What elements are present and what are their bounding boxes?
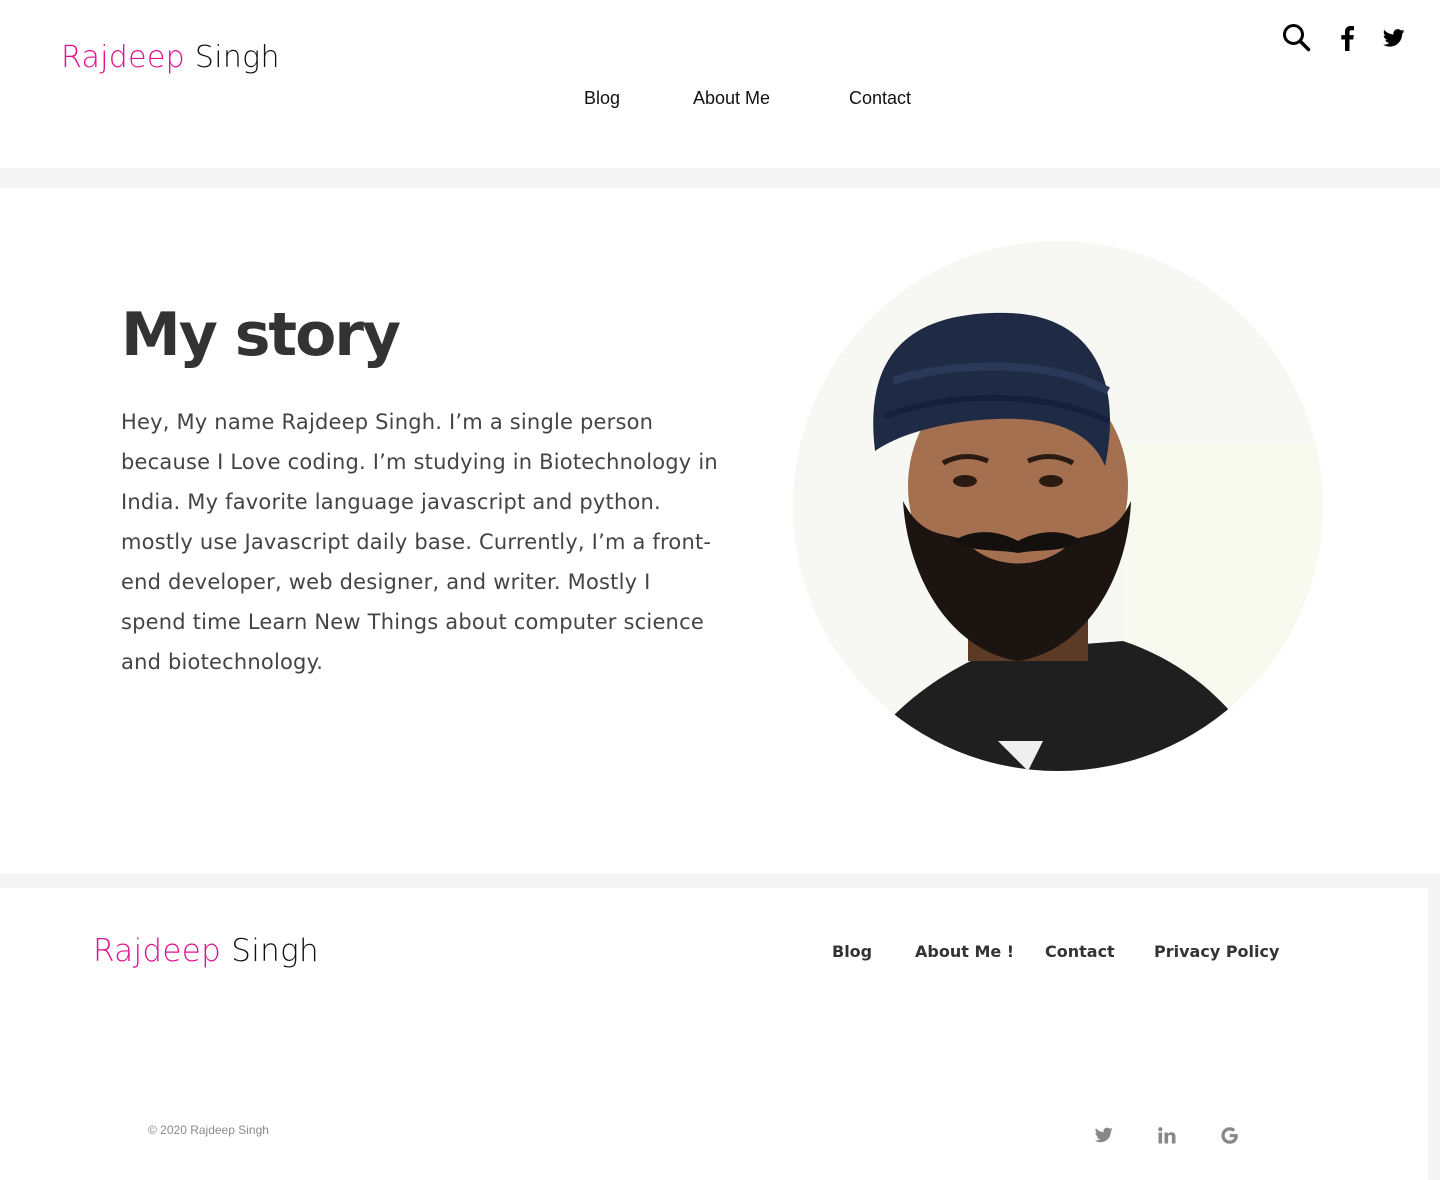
footer-logo[interactable]: Rajdeep Singh (93, 933, 319, 969)
logo-last-name: Singh (194, 40, 280, 75)
twitter-icon[interactable] (1383, 29, 1405, 47)
linkedin-icon[interactable] (1158, 1127, 1176, 1144)
story-body: Hey, My name Rajdeep Singh. I’m a single… (121, 410, 718, 674)
footer-logo-last-name: Singh (231, 933, 319, 969)
footer-link-about-me[interactable]: About Me ! (915, 942, 1014, 961)
copyright-text: © 2020 Rajdeep Singh (148, 1123, 269, 1137)
nav-link-about-me[interactable]: About Me (693, 88, 770, 109)
twitter-icon[interactable] (1095, 1127, 1113, 1143)
facebook-icon[interactable] (1339, 25, 1355, 51)
nav-link-blog[interactable]: Blog (584, 88, 620, 109)
footer-side-band (1428, 888, 1440, 1180)
site-header: Rajdeep Singh Blog About Me Contact (0, 0, 1440, 168)
logo-first-name: Rajdeep (61, 40, 186, 75)
footer-link-blog[interactable]: Blog (832, 942, 872, 961)
site-logo[interactable]: Rajdeep Singh (61, 40, 280, 75)
footer-logo-first-name: Rajdeep (93, 933, 222, 969)
story-heading: My story (121, 300, 401, 370)
footer-link-privacy-policy[interactable]: Privacy Policy (1154, 942, 1279, 961)
google-icon[interactable] (1221, 1127, 1238, 1144)
footer-link-contact[interactable]: Contact (1045, 942, 1115, 961)
profile-photo (793, 241, 1323, 771)
footer-divider-band (0, 874, 1440, 888)
search-icon[interactable] (1281, 22, 1311, 52)
nav-link-contact[interactable]: Contact (849, 88, 911, 109)
header-divider-band (0, 168, 1440, 188)
